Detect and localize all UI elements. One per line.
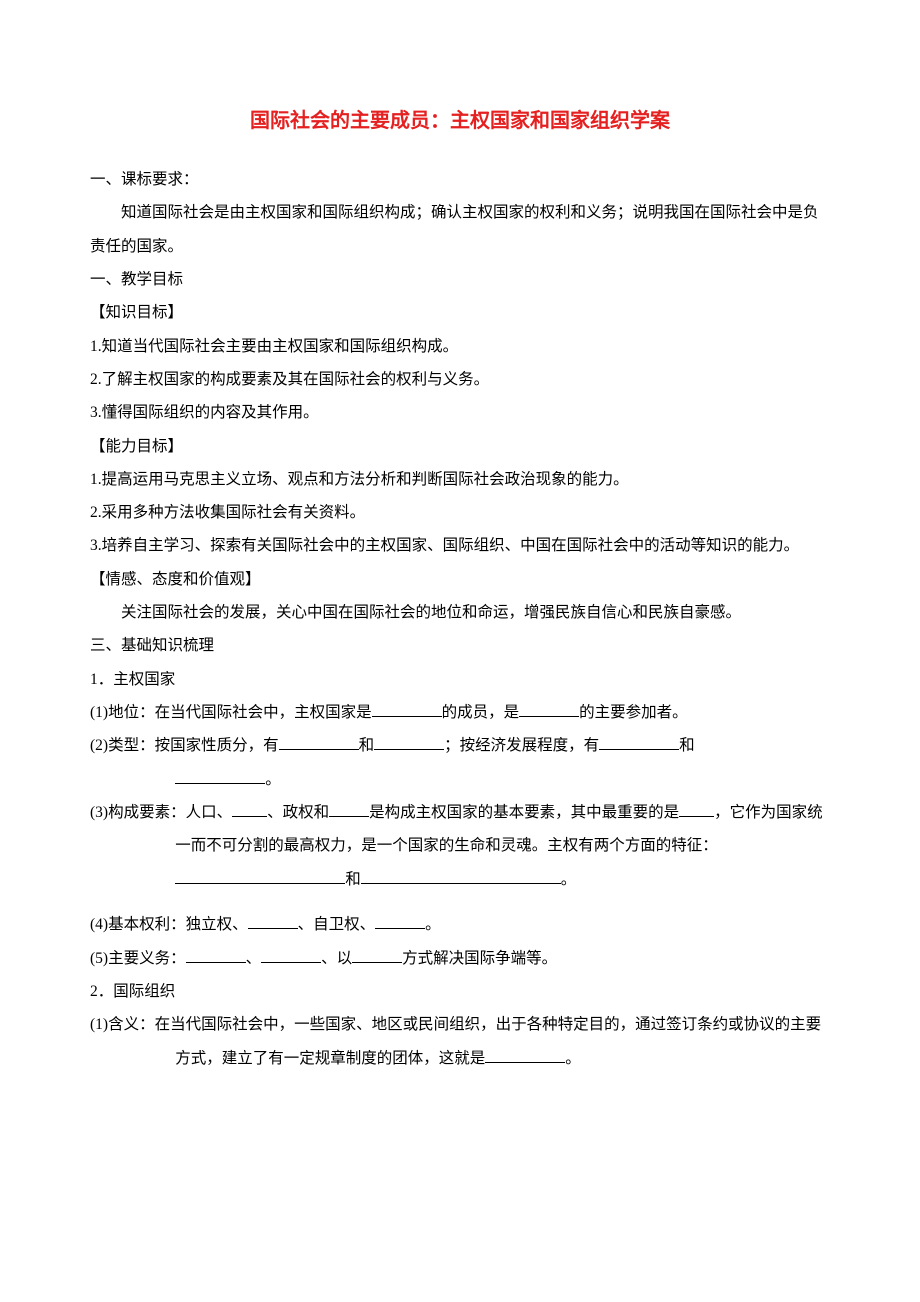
fill-blank [599,734,679,751]
fill-blank [186,946,246,963]
fill-blank [248,913,298,930]
text: 和 [345,871,361,888]
item-1-2-cont: 。 [90,763,830,796]
sovereign-state-heading: 1．主权国家 [90,663,830,696]
text: 、 [246,950,262,967]
text: 和 [679,737,695,754]
document-title: 国际社会的主要成员：主权国家和国家组织学案 [90,100,830,143]
item-1-4: (4)基本权利：独立权、 、自卫权、 。 [90,908,830,941]
intl-org-heading: 2．国际组织 [90,975,830,1008]
text: ；按经济发展程度，有 [444,737,599,754]
fill-blank [352,946,402,963]
fill-blank [279,734,359,751]
item-1-3-cont: 和。 [90,863,830,896]
text: 方式解决国际争端等。 [402,950,557,967]
text: 。 [425,916,441,933]
section-1-body: 知道国际社会是由主权国家和国际组织构成；确认主权国家的权利和义务；说明我国在国际… [90,196,830,263]
text: 的成员，是 [442,704,520,721]
spacer [90,896,830,908]
emotion-goal-heading: 【情感、态度和价值观】 [90,563,830,596]
text: (2)类型：按国家性质分，有 [90,737,279,754]
text: 、政权和 [267,804,329,821]
knowledge-goal-2: 2.了解主权国家的构成要素及其在国际社会的权利与义务。 [90,363,830,396]
text: 的主要参加者。 [579,704,688,721]
emotion-goal-body: 关注国际社会的发展，关心中国在国际社会的地位和命运，增强民族自信心和民族自豪感。 [90,596,830,629]
item-1-1: (1)地位：在当代国际社会中，主权国家是 的成员，是 的主要参加者。 [90,696,830,729]
section-1-heading: 一、课标要求： [90,163,830,196]
text: (1)含义：在当代国际社会中，一些国家、地区或民间组织，出于各种特定目的，通过签… [90,1016,821,1066]
knowledge-goal-3: 3.懂得国际组织的内容及其作用。 [90,396,830,429]
fill-blank [261,946,321,963]
fill-blank [374,734,444,751]
text: (3)构成要素：人口、 [90,804,232,821]
text: (4)基本权利：独立权、 [90,916,248,933]
fill-blank [232,800,267,817]
section-2-heading: 一、教学目标 [90,263,830,296]
text: (5)主要义务： [90,950,186,967]
text: 。 [561,871,577,888]
fill-blank [375,913,425,930]
item-1-5: (5)主要义务： 、 、以 方式解决国际争端等。 [90,942,830,975]
fill-blank [175,867,345,884]
text: 、自卫权、 [298,916,376,933]
fill-blank [485,1046,565,1063]
fill-blank [372,701,442,718]
text: 和 [359,737,375,754]
text: (1)地位：在当代国际社会中，主权国家是 [90,704,372,721]
fill-blank [679,800,714,817]
item-1-2: (2)类型：按国家性质分，有 和 ；按经济发展程度，有 和 [90,729,830,762]
item-1-3: (3)构成要素：人口、、政权和是构成主权国家的基本要素，其中最重要的是，它作为国… [90,796,830,863]
item-2-1: (1)含义：在当代国际社会中，一些国家、地区或民间组织，出于各种特定目的，通过签… [90,1008,830,1075]
knowledge-goal-heading: 【知识目标】 [90,296,830,329]
text: 是构成主权国家的基本要素，其中最重要的是 [369,804,679,821]
fill-blank [519,701,579,718]
fill-blank [329,800,369,817]
text: 。 [565,1050,581,1067]
fill-blank [175,767,265,784]
knowledge-goal-1: 1.知道当代国际社会主要由主权国家和国际组织构成。 [90,330,830,363]
fill-blank [361,867,561,884]
section-3-heading: 三、基础知识梳理 [90,629,830,662]
ability-goal-1: 1.提高运用马克思主义立场、观点和方法分析和判断国际社会政治现象的能力。 [90,463,830,496]
ability-goal-2: 2.采用多种方法收集国际社会有关资料。 [90,496,830,529]
text: 。 [265,771,281,788]
ability-goal-heading: 【能力目标】 [90,430,830,463]
ability-goal-3: 3.培养自主学习、探索有关国际社会中的主权国家、国际组织、中国在国际社会中的活动… [90,529,830,562]
text: 、以 [321,950,352,967]
